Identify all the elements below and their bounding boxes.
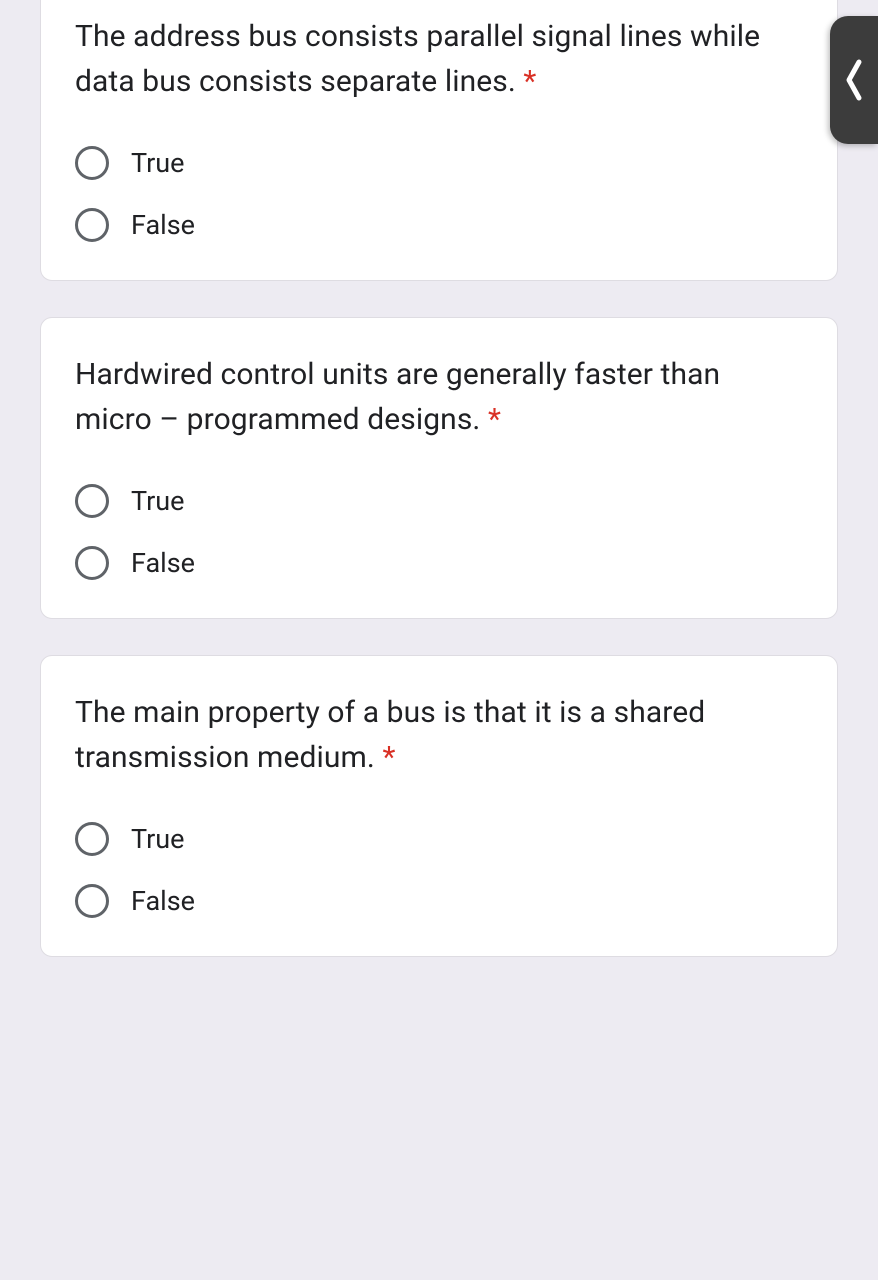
option-false[interactable]: False bbox=[75, 884, 803, 918]
question-card: The main property of a bus is that it is… bbox=[40, 655, 838, 957]
option-true[interactable]: True bbox=[75, 822, 803, 856]
side-panel-toggle[interactable] bbox=[830, 16, 878, 144]
question-prompt: Hardwired control units are generally fa… bbox=[75, 357, 720, 437]
option-label: False bbox=[131, 547, 195, 579]
question-card: The address bus consists parallel signal… bbox=[40, 0, 838, 281]
option-false[interactable]: False bbox=[75, 546, 803, 580]
radio-icon bbox=[75, 822, 109, 856]
radio-icon bbox=[75, 546, 109, 580]
required-asterisk: * bbox=[488, 402, 501, 437]
question-text: The address bus consists parallel signal… bbox=[75, 14, 803, 104]
option-false[interactable]: False bbox=[75, 208, 803, 242]
radio-icon bbox=[75, 484, 109, 518]
option-label: True bbox=[131, 147, 184, 179]
option-label: False bbox=[131, 209, 195, 241]
radio-icon bbox=[75, 884, 109, 918]
option-label: True bbox=[131, 485, 184, 517]
required-asterisk: * bbox=[523, 64, 536, 99]
required-asterisk: * bbox=[382, 740, 395, 775]
question-card: Hardwired control units are generally fa… bbox=[40, 317, 838, 619]
option-true[interactable]: True bbox=[75, 484, 803, 518]
chevron-left-icon bbox=[841, 56, 867, 104]
option-label: False bbox=[131, 885, 195, 917]
option-label: True bbox=[131, 823, 184, 855]
radio-icon bbox=[75, 208, 109, 242]
question-prompt: The address bus consists parallel signal… bbox=[75, 19, 760, 99]
radio-icon bbox=[75, 146, 109, 180]
option-true[interactable]: True bbox=[75, 146, 803, 180]
question-text: The main property of a bus is that it is… bbox=[75, 690, 803, 780]
question-text: Hardwired control units are generally fa… bbox=[75, 352, 803, 442]
